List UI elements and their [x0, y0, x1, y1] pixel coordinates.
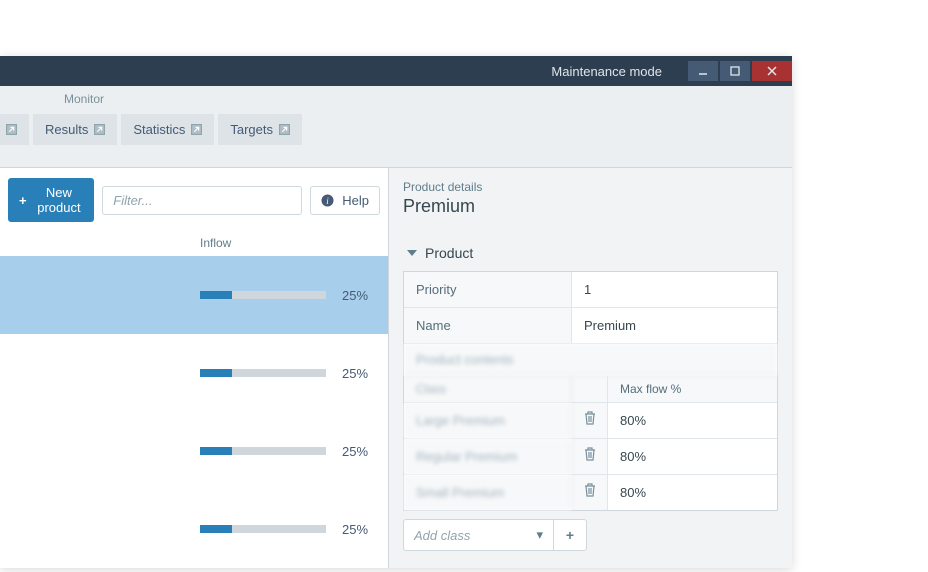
- trash-icon[interactable]: [584, 411, 596, 430]
- class-flow[interactable]: 80%: [608, 403, 777, 438]
- plus-icon: +: [19, 193, 27, 208]
- inflow-bar: [200, 291, 326, 299]
- chevron-down-icon: ▾: [536, 527, 543, 543]
- tab-label: Statistics: [133, 122, 185, 137]
- class-name: Regular Premium: [404, 439, 572, 474]
- app-window: Maintenance mode Monitor Results Statist…: [0, 56, 792, 568]
- content: + New product i Help Inflow 25% 25% 25% 25%…: [0, 168, 792, 568]
- details-name: Premium: [403, 196, 778, 217]
- popout-icon: [6, 124, 17, 135]
- name-label: Name: [404, 308, 572, 343]
- row-priority: Priority 1: [404, 272, 777, 308]
- add-class-bar: Add class ▾ +: [403, 519, 778, 551]
- section-toggle-product[interactable]: Product: [403, 235, 778, 271]
- priority-label: Priority: [404, 272, 572, 307]
- trash-icon[interactable]: [584, 447, 596, 466]
- toolbar: + New product i Help: [0, 168, 388, 232]
- details-panel: Product details Premium Product Priority…: [389, 168, 792, 568]
- tabs: Results Statistics Targets: [0, 114, 792, 145]
- add-class-placeholder: Add class: [414, 528, 470, 543]
- col-class: Class: [404, 376, 572, 402]
- property-grid: Priority 1 Name Premium Product contents…: [403, 271, 778, 511]
- tab-blank[interactable]: [0, 114, 29, 145]
- class-row: Regular Premium 80%: [404, 439, 777, 475]
- inflow-bar: [200, 525, 326, 533]
- section-label: Product: [425, 245, 473, 261]
- inflow-pct: 25%: [342, 366, 368, 381]
- class-row: Large Premium 80%: [404, 403, 777, 439]
- product-list-panel: + New product i Help Inflow 25% 25% 25% 25%: [0, 168, 389, 568]
- list-row[interactable]: 25%: [0, 334, 388, 412]
- ribbon: Monitor Results Statistics Targets: [0, 86, 792, 168]
- col-maxflow: Max flow %: [608, 376, 777, 402]
- popout-icon: [94, 124, 105, 135]
- info-icon: i: [321, 194, 334, 207]
- filter-input[interactable]: [102, 186, 302, 215]
- priority-value[interactable]: 1: [572, 272, 777, 307]
- close-button[interactable]: [752, 61, 792, 81]
- name-value[interactable]: Premium: [572, 308, 777, 343]
- minimize-button[interactable]: [688, 61, 718, 81]
- class-name: Small Premium: [404, 475, 572, 510]
- new-product-button[interactable]: + New product: [8, 178, 94, 222]
- inflow-bar: [200, 369, 326, 377]
- popout-icon: [191, 124, 202, 135]
- add-class-select[interactable]: Add class ▾: [403, 519, 553, 551]
- mode-label: Maintenance mode: [551, 64, 662, 79]
- tab-targets[interactable]: Targets: [218, 114, 302, 145]
- contents-columns: Class Max flow %: [404, 376, 777, 403]
- class-name: Large Premium: [404, 403, 572, 438]
- list-row[interactable]: 25%: [0, 256, 388, 334]
- tab-label: Targets: [230, 122, 273, 137]
- new-product-label: New product: [35, 185, 84, 215]
- plus-icon: +: [566, 527, 574, 543]
- tab-label: Results: [45, 122, 88, 137]
- tab-results[interactable]: Results: [33, 114, 117, 145]
- class-flow[interactable]: 80%: [608, 475, 777, 510]
- inflow-pct: 25%: [342, 288, 368, 303]
- row-name: Name Premium: [404, 308, 777, 344]
- contents-header: Product contents: [404, 344, 777, 376]
- popout-icon: [279, 124, 290, 135]
- list-row[interactable]: 25%: [0, 412, 388, 490]
- class-flow[interactable]: 80%: [608, 439, 777, 474]
- inflow-pct: 25%: [342, 444, 368, 459]
- inflow-pct: 25%: [342, 522, 368, 537]
- inflow-bar: [200, 447, 326, 455]
- list-row[interactable]: 25%: [0, 490, 388, 568]
- inflow-header: Inflow: [0, 232, 388, 256]
- add-class-button[interactable]: +: [553, 519, 587, 551]
- maximize-button[interactable]: [720, 61, 750, 81]
- help-label: Help: [342, 193, 369, 208]
- class-row: Small Premium 80%: [404, 475, 777, 510]
- ribbon-group-label: Monitor: [0, 86, 792, 114]
- help-button[interactable]: i Help: [310, 186, 380, 215]
- chevron-down-icon: [407, 250, 417, 256]
- details-label: Product details: [403, 180, 778, 194]
- titlebar: Maintenance mode: [0, 56, 792, 86]
- tab-statistics[interactable]: Statistics: [121, 114, 214, 145]
- trash-icon[interactable]: [584, 483, 596, 502]
